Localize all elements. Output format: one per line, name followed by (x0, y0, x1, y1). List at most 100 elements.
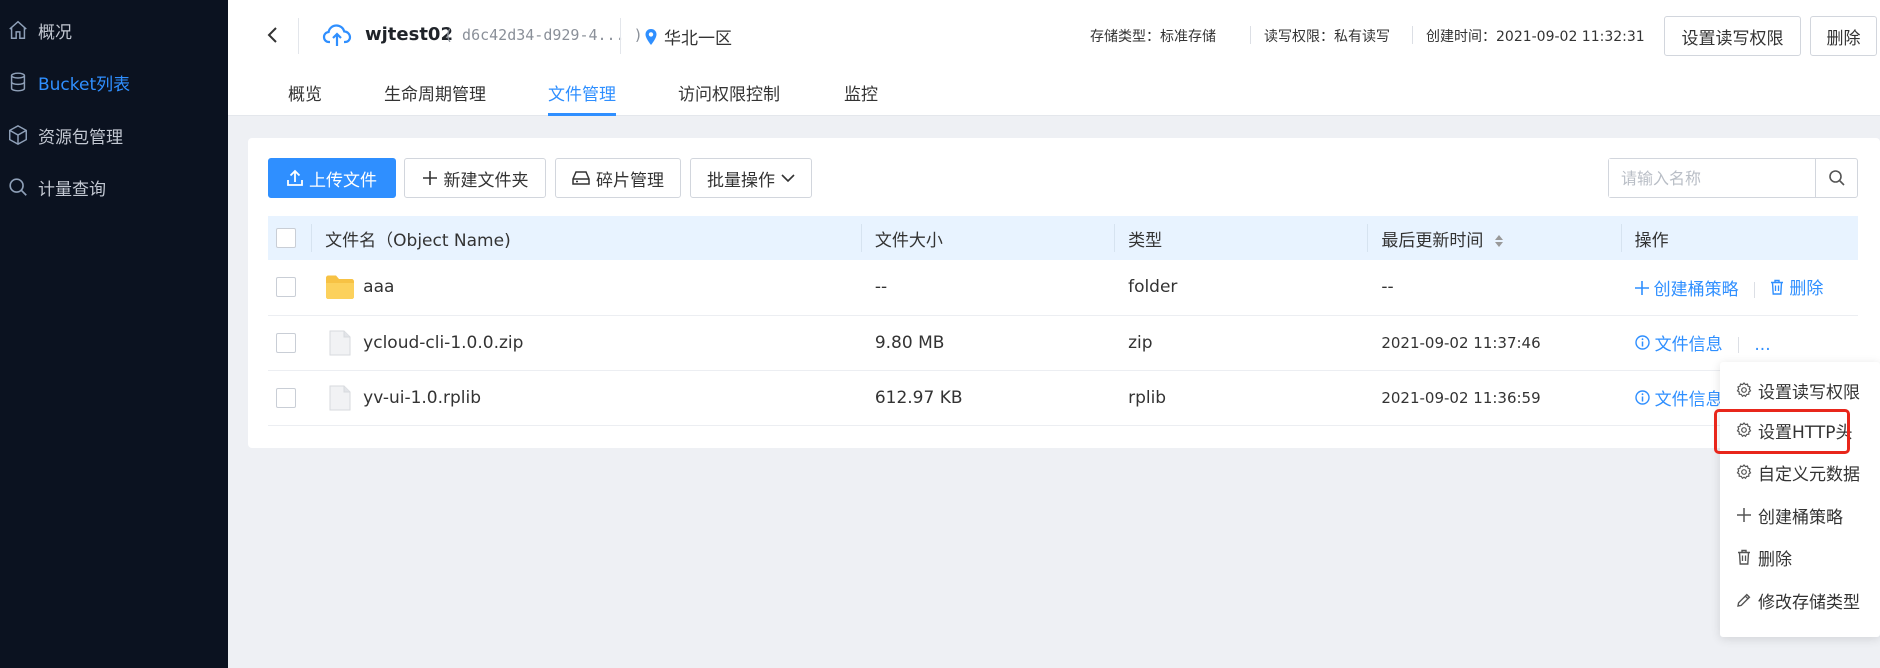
gear-icon (1736, 422, 1752, 438)
menu-item-delete[interactable]: 删除 (1720, 539, 1880, 575)
trash-icon (1771, 279, 1784, 295)
file-updated: -- (1381, 277, 1394, 298)
menu-item-custom-metadata[interactable]: 自定义元数据 (1720, 454, 1880, 490)
select-all-checkbox[interactable] (276, 228, 296, 248)
plus-icon (1737, 508, 1751, 522)
create-bucket-policy-link[interactable]: 创建桶策略 (1634, 275, 1739, 301)
menu-item-label: 自定义元数据 (1758, 464, 1860, 485)
database-icon (4, 68, 32, 96)
column-header-updated[interactable]: 最后更新时间 (1367, 216, 1620, 260)
batch-operation-label: 批量操作 (707, 170, 775, 191)
menu-item-set-http-header[interactable]: 设置HTTP头 (1720, 412, 1880, 448)
menu-item-set-permission[interactable]: 设置读写权限 (1720, 372, 1880, 408)
column-header-updated-label: 最后更新时间 (1381, 230, 1484, 251)
file-type: rplib (1128, 387, 1167, 408)
file-size: 612.97 KB (874, 387, 963, 408)
sidebar-item-metering[interactable]: 计量查询 (0, 167, 106, 207)
table-row: aaa -- folder -- 创建桶策略 删除 (268, 260, 1858, 315)
plus-icon (422, 170, 438, 186)
menu-item-label: 设置HTTP头 (1758, 422, 1853, 443)
sidebar-item-overview[interactable]: 概况 (0, 10, 72, 50)
created-time: 创建时间：2021-09-02 11:32:31 (1426, 29, 1645, 45)
sidebar-item-bucket-list[interactable]: Bucket列表 (0, 62, 130, 102)
file-name[interactable]: aaa (363, 277, 394, 297)
table-row: ycloud-cli-1.0.0.zip 9.80 MB zip 2021-09… (268, 315, 1858, 370)
upload-icon (287, 169, 303, 187)
folder-icon (325, 272, 355, 302)
sidebar-item-label: 计量查询 (38, 179, 106, 200)
file-type: folder (1128, 277, 1178, 298)
search-input[interactable] (1609, 159, 1815, 197)
menu-item-change-storage-type[interactable]: 修改存储类型 (1720, 582, 1880, 618)
batch-operation-button[interactable]: 批量操作 (690, 158, 812, 198)
sidebar-item-label: Bucket列表 (38, 74, 131, 95)
file-name[interactable]: yv-ui-1.0.rplib (363, 388, 481, 408)
file-table: 文件名（Object Name) 文件大小 类型 最后更新时间 操作 aaa -… (268, 216, 1858, 426)
file-info-link[interactable]: 文件信息 (1634, 385, 1723, 410)
more-actions-button[interactable]: ... (1754, 335, 1770, 355)
delete-label: 删除 (1789, 279, 1824, 300)
chevron-down-icon (781, 173, 795, 183)
pencil-icon (1737, 593, 1751, 607)
search-box (1608, 158, 1858, 198)
tab-monitoring[interactable]: 监控 (844, 80, 878, 116)
search-icon (1828, 170, 1845, 186)
region-text: 华北一区 (664, 29, 732, 49)
menu-item-label: 创建桶策略 (1758, 507, 1843, 528)
rw-permission: 读写权限：私有读写 (1264, 29, 1390, 45)
divider (1753, 281, 1755, 298)
menu-item-label: 修改存储类型 (1758, 592, 1860, 613)
trash-icon (1738, 549, 1750, 565)
tab-overview[interactable]: 概览 (288, 80, 322, 116)
file-info-label: 文件信息 (1654, 335, 1723, 355)
file-type: zip (1128, 332, 1153, 353)
back-button[interactable] (258, 20, 288, 50)
file-name[interactable]: ycloud-cli-1.0.0.zip (363, 333, 523, 353)
chevron-left-icon (267, 27, 277, 43)
sidebar: 概况 Bucket列表 资源包管理 计量查询 (0, 0, 228, 668)
new-folder-button[interactable]: 新建文件夹 (404, 158, 546, 198)
bucket-name: wjtest02 (365, 24, 453, 45)
gear-icon (1736, 464, 1752, 480)
file-icon (325, 383, 355, 413)
tab-lifecycle[interactable]: 生命周期管理 (384, 80, 486, 116)
divider (1737, 337, 1739, 353)
info-icon (1634, 335, 1650, 350)
location-pin-icon (645, 28, 657, 45)
menu-item-create-bucket-policy[interactable]: 创建桶策略 (1720, 497, 1880, 533)
sidebar-item-label: 资源包管理 (38, 127, 123, 148)
divider (298, 18, 299, 54)
column-header-actions: 操作 (1620, 216, 1858, 260)
divider (1412, 26, 1413, 44)
drive-icon (572, 170, 590, 186)
upload-file-label: 上传文件 (309, 170, 377, 191)
set-permission-button[interactable]: 设置读写权限 (1664, 16, 1801, 56)
create-bucket-policy-label: 创建桶策略 (1653, 280, 1739, 301)
column-header-name: 文件名（Object Name) (311, 216, 861, 260)
menu-item-label: 设置读写权限 (1758, 382, 1860, 403)
row-checkbox[interactable] (276, 387, 296, 408)
menu-item-label: 删除 (1758, 549, 1792, 570)
file-info-label: 文件信息 (1654, 390, 1723, 410)
fragment-management-button[interactable]: 碎片管理 (555, 158, 681, 198)
bucket-id: ( d6c42d34-d929-4... ) (444, 26, 643, 44)
file-size: -- (874, 277, 888, 298)
cloud-upload-icon (322, 20, 352, 50)
file-info-link[interactable]: 文件信息 (1634, 330, 1723, 355)
page-header: wjtest02 ( d6c42d34-d929-4... ) 华北一区 存储类… (228, 0, 1880, 116)
upload-file-button[interactable]: 上传文件 (268, 158, 396, 198)
sidebar-item-resource-package[interactable]: 资源包管理 (0, 115, 123, 155)
box-icon (4, 121, 32, 149)
sidebar-item-label: 概况 (38, 22, 72, 43)
delete-link[interactable]: 删除 (1770, 274, 1823, 299)
gear-icon (1736, 382, 1752, 398)
storage-type: 存储类型：标准存储 (1090, 29, 1216, 45)
row-checkbox[interactable] (276, 332, 296, 353)
row-checkbox[interactable] (276, 277, 296, 298)
more-actions-menu: 设置读写权限 设置HTTP头 自定义元数据 创建桶策略 删除 修改存储类型 (1720, 362, 1880, 637)
tab-access-control[interactable]: 访问权限控制 (678, 80, 780, 116)
delete-bucket-button[interactable]: 删除 (1810, 16, 1877, 56)
search-button[interactable] (1815, 159, 1857, 197)
tab-file-management[interactable]: 文件管理 (548, 80, 616, 116)
column-header-size: 文件大小 (860, 216, 1114, 260)
